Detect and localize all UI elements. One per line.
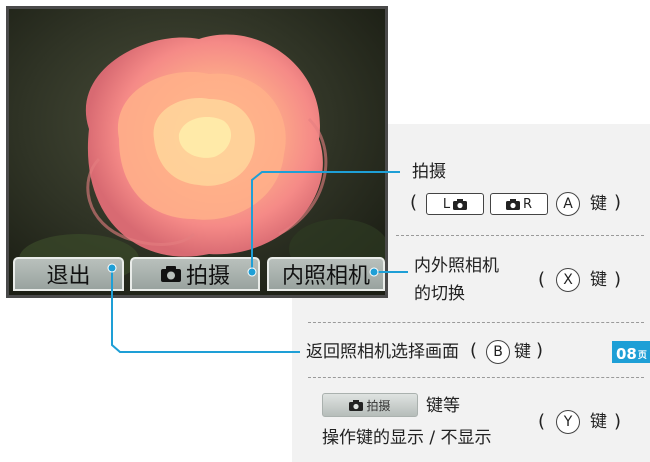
page-number: 08: [616, 345, 637, 363]
shoot-key-suffix: 键: [590, 194, 607, 214]
return-key-suffix: 键: [514, 342, 531, 362]
a-button-letter: A: [563, 196, 573, 212]
mini-shoot-button-label: 拍摄: [366, 398, 391, 413]
return-paren-close: ): [536, 340, 544, 361]
toggle-line2: 操作键的显示 / 不显示: [322, 428, 492, 448]
toggle-key-suffix: 键: [590, 412, 607, 432]
separator-3: [308, 377, 644, 378]
switch-callout-line2: 的切换: [414, 284, 465, 304]
b-button-letter: B: [493, 344, 503, 360]
r-key-letter: R: [522, 196, 533, 212]
b-button-icon: B: [486, 340, 510, 364]
shoot-paren-close: ): [614, 192, 622, 213]
x-button-letter: X: [563, 272, 573, 288]
return-callout-label: 返回照相机选择画面: [306, 342, 459, 362]
separator-1: [396, 235, 644, 236]
shoot-callout-label: 拍摄: [412, 162, 446, 182]
a-button-icon: A: [556, 192, 580, 216]
switch-paren-open: (: [538, 269, 546, 290]
page-unit: 页: [637, 351, 647, 361]
switch-key-suffix: 键: [590, 270, 607, 290]
page-reference-badge[interactable]: 08 页: [612, 341, 650, 363]
toggle-paren-close: ): [614, 411, 622, 432]
r-key: R: [490, 193, 548, 215]
camera-icon: [453, 198, 468, 210]
separator-2: [308, 322, 644, 323]
shoot-paren-open: (: [410, 192, 418, 213]
mini-shoot-button-icon: 拍摄: [322, 393, 418, 417]
y-button-icon: Y: [556, 410, 580, 434]
return-paren-open: (: [470, 340, 478, 361]
x-button-icon: X: [556, 268, 580, 292]
camera-icon: [349, 399, 364, 411]
switch-callout-line1: 内外照相机: [414, 256, 499, 276]
toggle-paren-open: (: [538, 411, 546, 432]
camera-icon: [505, 198, 520, 210]
l-key: L: [426, 193, 484, 215]
return-leader-line: [111, 268, 300, 353]
y-button-letter: Y: [563, 414, 573, 430]
shoot-leader-line: [251, 171, 400, 270]
toggle-line1-suffix: 键等: [426, 396, 460, 416]
l-key-letter: L: [442, 196, 451, 212]
switch-paren-close: ): [614, 269, 622, 290]
